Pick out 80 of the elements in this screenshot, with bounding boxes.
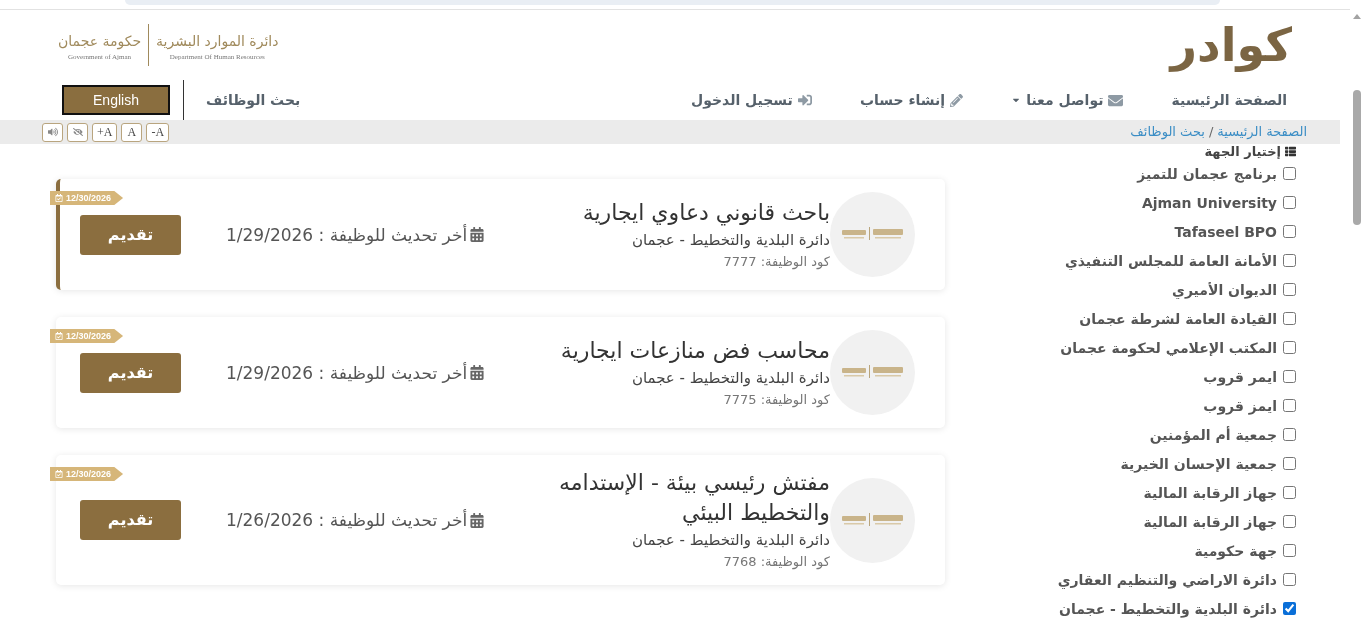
checkbox[interactable] (1283, 515, 1296, 528)
home-link[interactable]: الصفحة الرئيسية (1171, 89, 1287, 111)
breadcrumb-separator: / (1208, 123, 1214, 142)
apply-button[interactable]: تقديم (80, 500, 181, 540)
envelope-icon (1108, 92, 1124, 108)
filter-option-label: جهاز الرقابة المالية (1143, 512, 1277, 531)
filter-option-label: جمعية أم المؤمنين (1149, 425, 1277, 444)
checkbox[interactable] (1283, 457, 1296, 470)
checkbox[interactable] (1283, 167, 1296, 180)
checkbox[interactable] (1283, 573, 1296, 586)
checkbox[interactable] (1283, 370, 1296, 383)
filter-option-label: القيادة العامة لشرطة عجمان (1079, 309, 1277, 328)
department-name-arabic: دائرة الموارد البشرية (156, 31, 279, 52)
contact-menu[interactable]: تواصل معنا (1011, 89, 1124, 111)
checkbox[interactable] (1283, 225, 1296, 238)
calendar-check-icon (55, 470, 63, 478)
checkbox[interactable] (1283, 428, 1296, 441)
job-title[interactable]: مفتش رئيسي بيئة - الإستدامه والتخطيط البيئي (515, 468, 830, 528)
deadline-date: 12/30/2026 (66, 469, 112, 479)
filter-option-label: جمعية الإحسان الخيرية (1120, 454, 1277, 473)
filter-option-label: جهاز الرقابة المالية (1143, 483, 1277, 502)
filter-option-label: ايمز قروب (1203, 396, 1277, 415)
checkbox[interactable] (1283, 341, 1296, 354)
government-name-arabic: حكومة عجمان (58, 31, 142, 52)
filter-title: إختيار الجهة (1204, 144, 1281, 159)
speaker-icon (47, 127, 58, 137)
scroll-up-icon[interactable] (1352, 14, 1361, 19)
apply-button[interactable]: تقديم (80, 214, 181, 255)
department-name: دائرة البلدية والتخطيط - عجمان (631, 229, 830, 251)
language-button[interactable]: English (62, 85, 170, 115)
filter-option-label: دائرة الاراضي والتنظيم العقاري (1057, 570, 1277, 589)
job-search-link[interactable]: بحث الوظائف (206, 89, 301, 111)
job-code: كود الوظيفة: 7777 (723, 252, 830, 272)
job-title[interactable]: محاسب فض منازعات ايجارية (560, 335, 830, 366)
reset-font-button[interactable]: A (121, 122, 143, 142)
checkbox[interactable] (1283, 283, 1296, 296)
filter-option-label: Tafaseel BPO (1174, 222, 1277, 241)
filter-option-label: الديوان الأميري (1172, 280, 1277, 299)
last-update: أخر تحديث للوظيفة : 1/29/2026 (226, 223, 468, 246)
calendar-icon (470, 512, 485, 528)
filter-option-label: الأمانة العامة للمجلس التنفيذي (1064, 251, 1277, 270)
checkbox[interactable] (1283, 399, 1296, 412)
audio-button[interactable] (42, 122, 63, 142)
department-name: دائرة البلدية والتخطيط - عجمان (631, 530, 830, 551)
checkbox[interactable] (1283, 312, 1296, 325)
filter-option-label: برنامج عجمان للتميز (1137, 164, 1277, 183)
filter-option-label: Ajman University (1141, 193, 1277, 212)
eye-slash-icon (72, 127, 83, 137)
department-name: دائرة البلدية والتخطيط - عجمان (631, 367, 830, 389)
checkbox[interactable] (1283, 196, 1296, 209)
deadline-date: 12/30/2026 (66, 331, 112, 341)
calendar-icon (470, 227, 485, 242)
checkbox[interactable] (1283, 602, 1296, 615)
filter-option-label: دائرة البلدية والتخطيط - عجمان (1059, 599, 1277, 618)
sign-in-icon (797, 93, 812, 107)
last-update: أخر تحديث للوظيفة : 1/26/2026 (226, 509, 468, 531)
checkbox[interactable] (1283, 254, 1296, 267)
increase-font-button[interactable]: +A (92, 122, 118, 142)
job-title[interactable]: باحث قانوني دعاوي ايجارية (582, 197, 830, 228)
contrast-button[interactable] (67, 122, 88, 142)
filter-option-label: جهة حكومية (1194, 541, 1277, 560)
checkbox[interactable] (1283, 486, 1296, 499)
checkbox[interactable] (1283, 544, 1296, 557)
login-link[interactable]: تسجيل الدخول (691, 89, 812, 111)
brand-logo[interactable]: كوادر (1170, 20, 1292, 70)
apply-button[interactable]: تقديم (80, 352, 181, 393)
register-link[interactable]: إنشاء حساب (859, 89, 964, 111)
calendar-check-icon (55, 332, 63, 340)
job-code: كود الوظيفة: 7775 (723, 390, 830, 410)
calendar-icon (470, 365, 485, 380)
filter-option-label: المكتب الإعلامي لحكومة عجمان (1060, 338, 1277, 357)
job-code: كود الوظيفة: 7768 (723, 553, 830, 572)
list-icon (1285, 146, 1296, 157)
last-update: أخر تحديث للوظيفة : 1/29/2026 (226, 361, 468, 384)
filter-option-label: ايمر قروب (1203, 367, 1277, 386)
scrollbar-thumb[interactable] (1352, 90, 1361, 225)
deadline-date: 12/30/2026 (66, 193, 112, 203)
decrease-font-button[interactable]: -A (146, 122, 170, 142)
calendar-check-icon (55, 194, 63, 202)
pencil-icon (950, 93, 964, 107)
